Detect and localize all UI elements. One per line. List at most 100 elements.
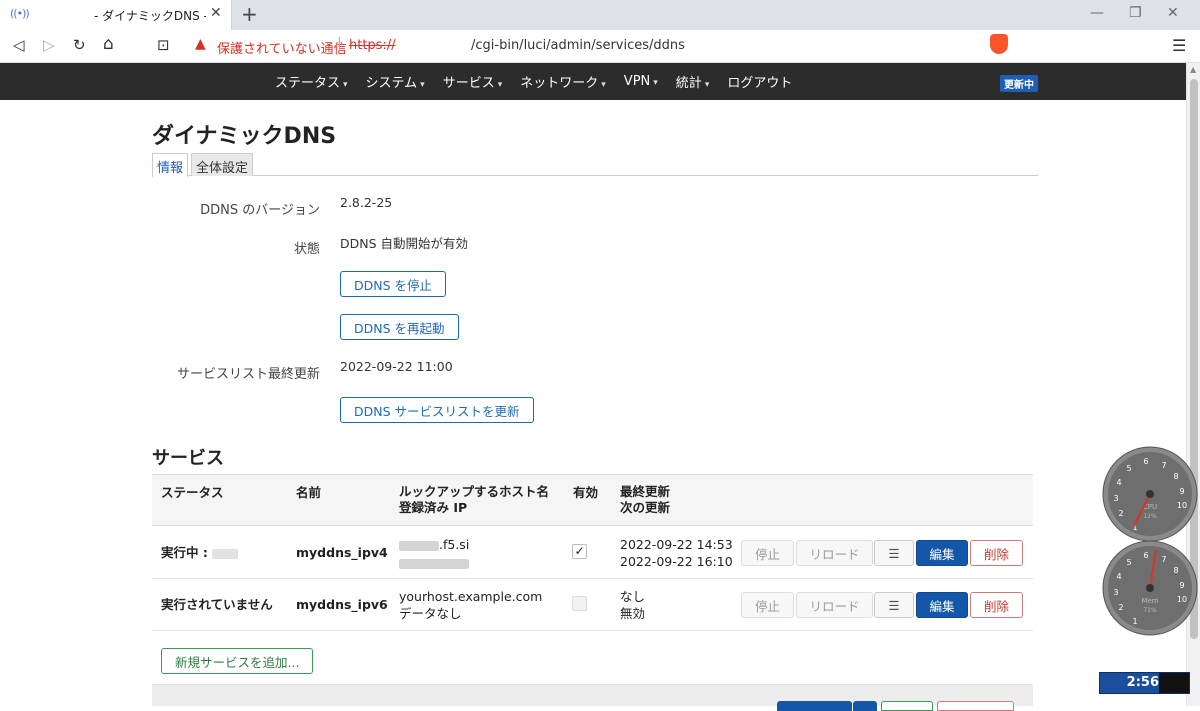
content-tabs: 情報 全体設定 (152, 153, 1038, 177)
add-service-button[interactable]: 新規サービスを追加... (161, 648, 314, 674)
row-next-update: 無効 (620, 606, 646, 621)
redacted-text (212, 548, 239, 559)
dial-number: 3 (1113, 588, 1118, 597)
forward-icon[interactable]: ▷ (43, 36, 55, 54)
updating-badge: 更新中 (1000, 75, 1038, 92)
table-header: ステータス 名前 ルックアップするホスト名 登録済み IP 有効 最終更新 次の… (152, 474, 1033, 526)
service-list-label: サービスリスト最終更新 (176, 367, 320, 382)
broadcast-icon: ((•)) (10, 7, 30, 20)
nav-network[interactable]: ネットワーク ▾ (520, 72, 606, 91)
tab-info[interactable]: 情報 (152, 153, 189, 177)
save-apply-button[interactable] (777, 701, 852, 711)
save-button[interactable] (881, 701, 933, 711)
state-value: DDNS 自動開始が有効 (340, 236, 469, 251)
stop-service-button[interactable]: 停止 (741, 540, 794, 566)
brave-shield-icon[interactable] (990, 34, 1008, 54)
tab-close-icon[interactable]: ✕ (210, 5, 222, 21)
dial-number: 8 (1173, 472, 1178, 481)
cpu-value: 12% (1143, 513, 1157, 520)
th-next-label: 次の更新 (620, 500, 671, 515)
nav-logout[interactable]: ログアウト (727, 72, 792, 91)
new-tab-button[interactable]: + (241, 2, 258, 26)
dial-number: 6 (1143, 457, 1148, 466)
th-enabled: 有効 (573, 485, 599, 500)
nav-label: VPN (623, 74, 651, 89)
nav-services[interactable]: サービス ▾ (443, 72, 503, 91)
edit-service-button[interactable]: 編集 (916, 540, 968, 566)
dial-number: 7 (1161, 555, 1166, 564)
minimize-icon[interactable]: — (1090, 5, 1104, 21)
browser-tab[interactable]: ((•)) - ダイナミックDNS - LuCI ✕ (0, 0, 232, 30)
state-label: 状態 (293, 242, 320, 257)
reload-service-button[interactable]: リロード (796, 540, 873, 566)
reset-button[interactable] (937, 701, 1014, 711)
version-value: 2.8.2-25 (340, 195, 393, 210)
bookmark-icon[interactable]: ⊡ (157, 36, 170, 54)
mem-label: Mem (1141, 597, 1158, 605)
dial-number: 1 (1132, 617, 1137, 626)
stop-ddns-button[interactable]: DDNS を停止 (340, 271, 447, 297)
taskbar-clock: 2:56 (1099, 672, 1190, 694)
reload-icon[interactable]: ↻ (73, 36, 86, 54)
th-updates: 最終更新 次の更新 (620, 484, 670, 516)
row-ip (399, 555, 469, 571)
save-apply-dropdown[interactable] (853, 701, 877, 711)
tab-global-settings[interactable]: 全体設定 (191, 153, 254, 176)
tab-title: - ダイナミックDNS - LuCI (94, 9, 206, 23)
edit-service-button[interactable]: 編集 (916, 592, 968, 618)
th-name: 名前 (296, 485, 322, 500)
address-bar[interactable]: ▲ 保護されていない通信 | https:// /cgi-bin/luci/ad… (185, 32, 1017, 60)
scroll-up-icon[interactable]: ▲ (1190, 65, 1196, 74)
row-next-update: 2022-09-22 16:10 (620, 554, 733, 569)
reload-service-button[interactable]: リロード (796, 592, 873, 618)
dial-number: 5 (1126, 464, 1131, 473)
services-title: サービス (152, 448, 224, 469)
dial-number: 8 (1173, 566, 1178, 575)
home-icon[interactable]: ⌂ (103, 34, 114, 54)
th-ip-label: 登録済み IP (399, 500, 468, 515)
th-host-label: ルックアップするホスト名 (399, 484, 550, 499)
stop-service-button[interactable]: 停止 (741, 592, 794, 618)
nav-status[interactable]: ステータス ▾ (275, 72, 348, 91)
dial-number: 9 (1179, 487, 1184, 496)
enabled-checkbox[interactable]: ✓ (572, 544, 587, 559)
row-status: 実行されていません (161, 597, 273, 612)
back-icon[interactable]: ◁ (13, 36, 25, 54)
url-separator: | (337, 36, 342, 52)
row-ip: データなし (399, 606, 462, 621)
dial-number: 3 (1113, 494, 1118, 503)
insecure-label[interactable]: 保護されていない通信 (217, 38, 347, 57)
nav-statistics[interactable]: 統計 ▾ (676, 72, 710, 91)
dial-number: 4 (1116, 478, 1121, 487)
row-host-text: .f5.si (439, 537, 470, 552)
dial-number: 9 (1179, 581, 1184, 590)
service-list-value: 2022-09-22 11:00 (340, 359, 453, 374)
caret-down-icon: ▾ (601, 80, 606, 90)
url-path: /cgi-bin/luci/admin/services/ddns (471, 38, 685, 53)
memory-meter-gadget: 1 2 3 4 5 6 7 8 9 10 Mem 71% (1102, 540, 1198, 636)
maximize-icon[interactable]: ❐ (1129, 5, 1142, 21)
browser-menu-icon[interactable]: ☰ (1172, 36, 1186, 55)
dial-number: 2 (1118, 603, 1123, 612)
dial-number: 7 (1161, 461, 1166, 470)
form-actions-bar (152, 684, 1033, 711)
nav-label: 統計 (675, 76, 702, 91)
browser-tab-bar: ((•)) - ダイナミックDNS - LuCI ✕ + — ❐ ✕ (0, 0, 1200, 30)
restart-ddns-button[interactable]: DDNS を再起動 (340, 314, 459, 340)
dial-number: 10 (1177, 595, 1187, 604)
delete-service-button[interactable]: 削除 (970, 592, 1023, 618)
page-title: ダイナミックDNS (152, 124, 337, 149)
enabled-checkbox[interactable] (572, 596, 587, 611)
log-menu-icon[interactable]: ☰ (874, 540, 914, 566)
nav-system[interactable]: システム ▾ (366, 72, 425, 91)
row-name: myddns_ipv6 (296, 597, 388, 612)
delete-service-button[interactable]: 削除 (970, 540, 1023, 566)
dial-number: 2 (1118, 509, 1123, 518)
dial-number: 6 (1143, 551, 1148, 560)
window-close-icon[interactable]: ✕ (1167, 5, 1179, 21)
update-service-list-button[interactable]: DDNS サービスリストを更新 (340, 397, 534, 423)
url-scheme: https:// (349, 38, 396, 53)
nav-vpn[interactable]: VPN ▾ (624, 74, 658, 89)
log-menu-icon[interactable]: ☰ (874, 592, 914, 618)
th-host: ルックアップするホスト名 登録済み IP (399, 484, 549, 516)
